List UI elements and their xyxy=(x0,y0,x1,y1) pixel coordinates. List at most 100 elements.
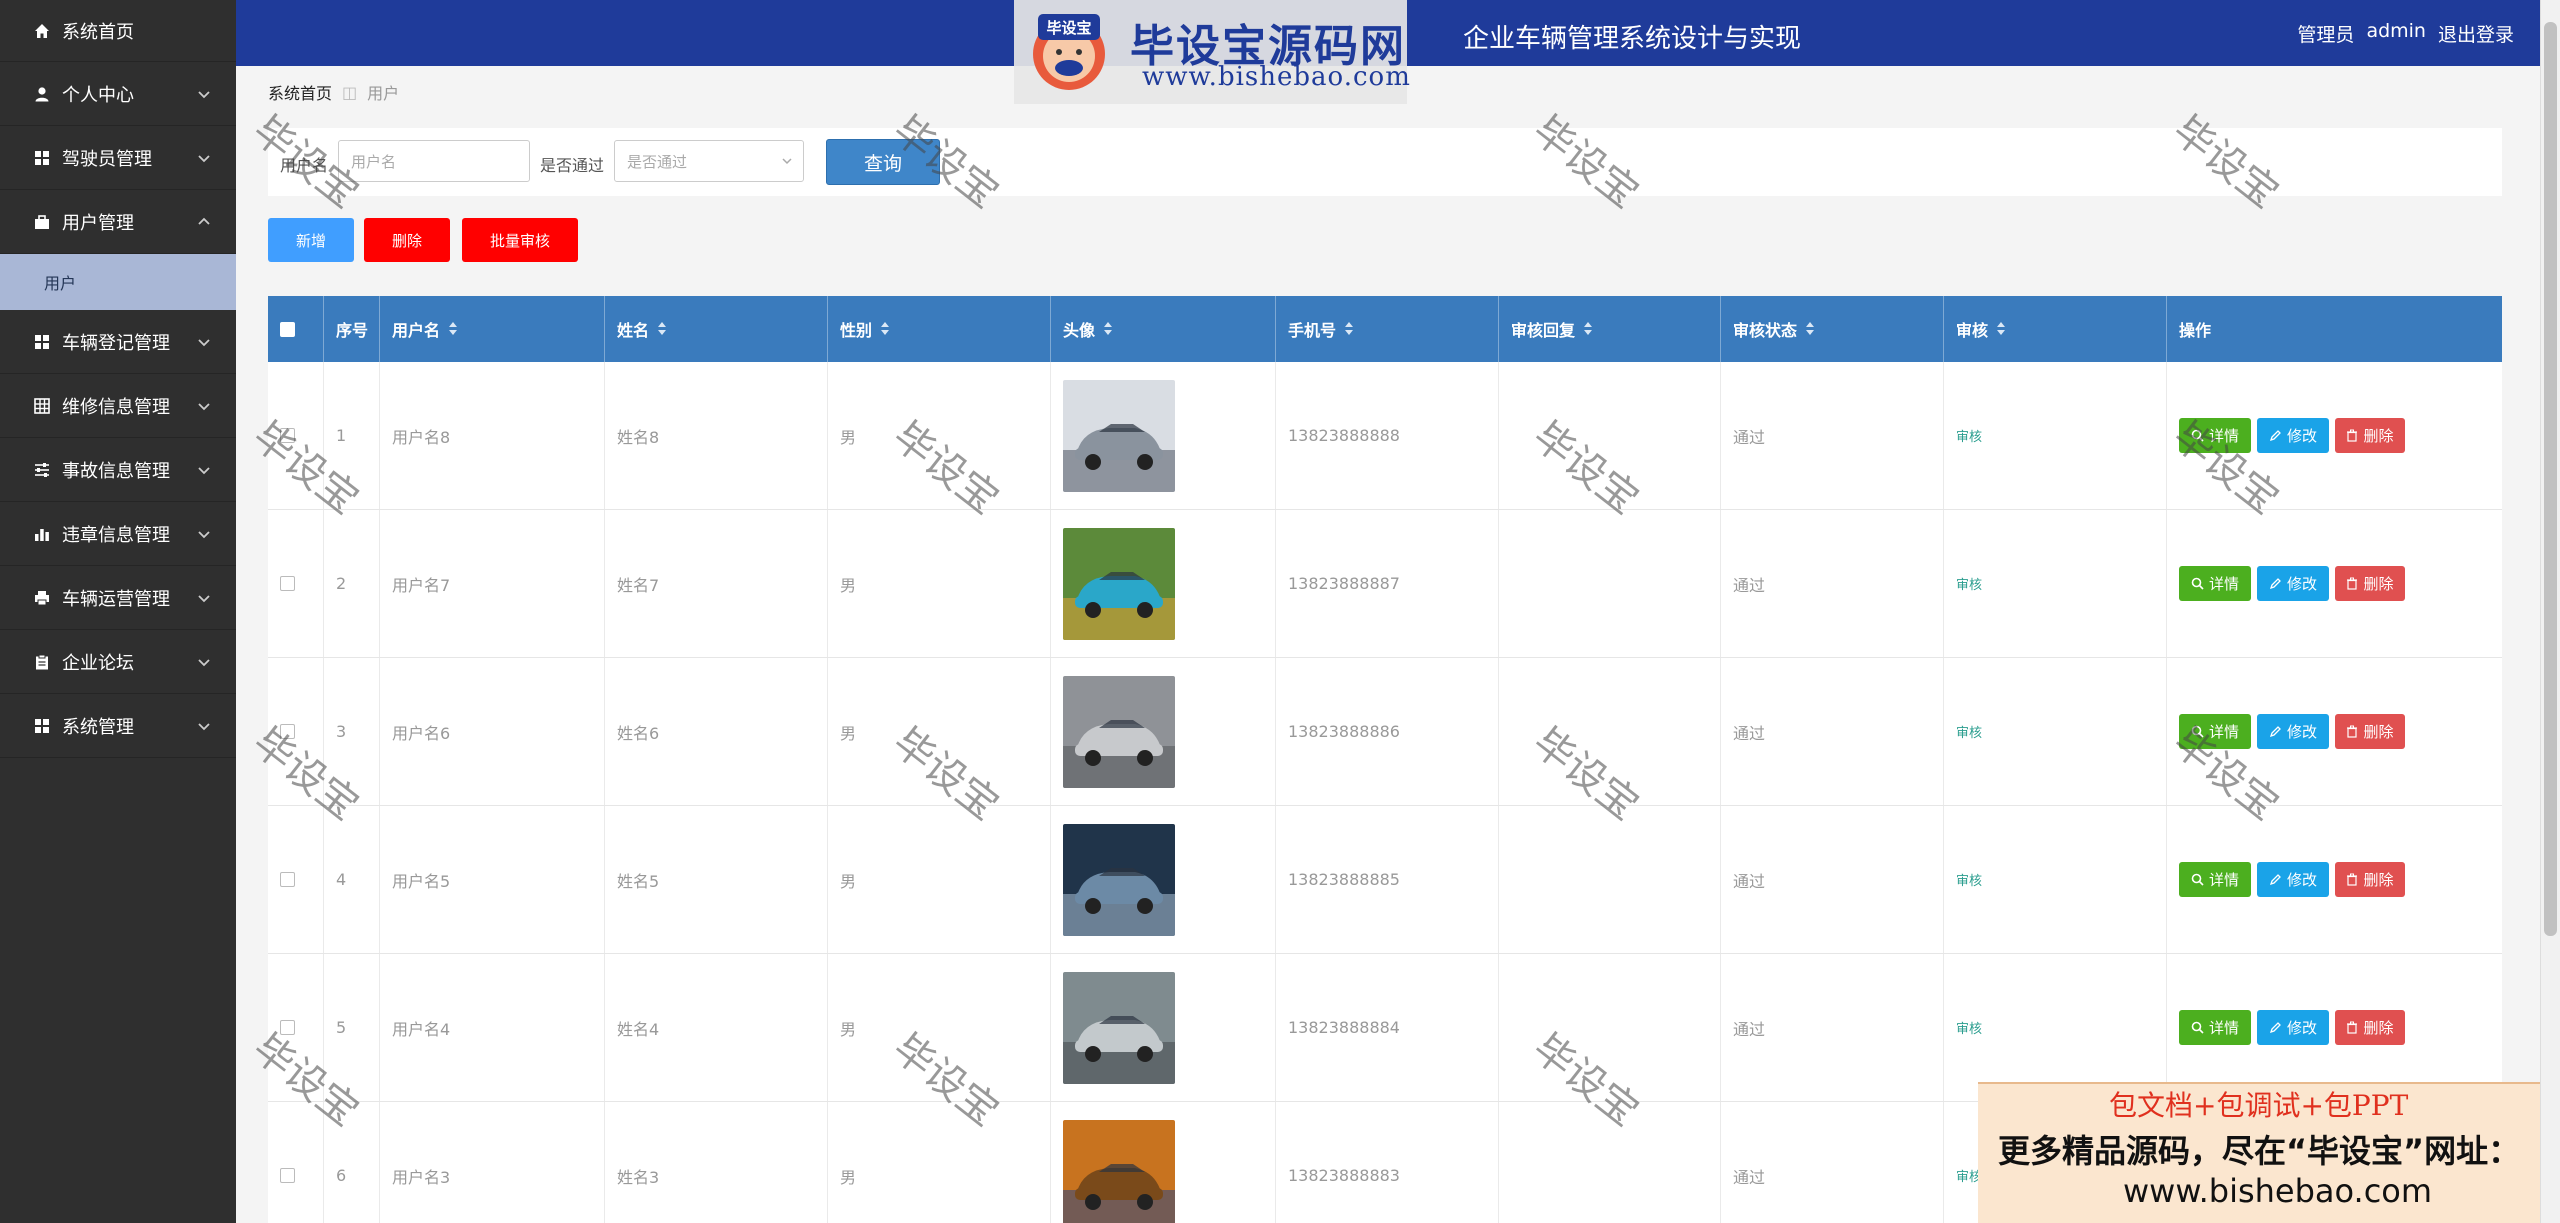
search-icon xyxy=(2191,725,2204,738)
chevron-down-icon xyxy=(198,659,210,667)
sidebar-subitem-user[interactable]: 用户 xyxy=(0,254,236,310)
col-username[interactable]: 用户名 xyxy=(380,296,605,362)
cell-no: 5 xyxy=(324,954,380,1101)
edit-button[interactable]: 修改 xyxy=(2257,862,2329,897)
cell-phone: 13823888883 xyxy=(1276,1102,1499,1223)
trash-icon xyxy=(2347,1021,2358,1034)
chevron-down-icon xyxy=(198,155,210,163)
row-delete-button[interactable]: 删除 xyxy=(2335,1010,2405,1045)
row-select-cell xyxy=(268,806,324,953)
logout-link[interactable]: 退出登录 xyxy=(2438,20,2514,47)
col-avatar[interactable]: 头像 xyxy=(1051,296,1276,362)
cell-review-link[interactable]: 审核 xyxy=(1944,658,2167,805)
avatar-car-image[interactable] xyxy=(1063,675,1175,788)
cell-gender: 男 xyxy=(828,658,1051,805)
cell-review-link[interactable]: 审核 xyxy=(1944,806,2167,953)
promo-banner[interactable]: 包文档+包调试+包PPT 更多精品源码，尽在“毕设宝”网址： www.bishe… xyxy=(1978,1082,2560,1223)
row-checkbox[interactable] xyxy=(280,428,295,443)
sidebar-item-maintenance[interactable]: 维修信息管理 xyxy=(0,374,236,438)
cell-username: 用户名4 xyxy=(380,954,605,1101)
trash-icon xyxy=(2347,873,2358,886)
sidebar-item-label: 用户管理 xyxy=(62,212,134,234)
sidebar-item-accidents[interactable]: 事故信息管理 xyxy=(0,438,236,502)
cell-status: 通过 xyxy=(1721,510,1944,657)
sidebar-item-drivers[interactable]: 驾驶员管理 xyxy=(0,126,236,190)
row-checkbox[interactable] xyxy=(280,576,295,591)
row-delete-button[interactable]: 删除 xyxy=(2335,566,2405,601)
row-checkbox[interactable] xyxy=(280,1020,295,1035)
search-panel: 用户名 用户名 是否通过 是否通过 查询 xyxy=(268,128,2502,196)
cell-name: 姓名8 xyxy=(605,362,828,509)
pass-label: 是否通过 xyxy=(540,156,605,175)
col-gender[interactable]: 性别 xyxy=(828,296,1051,362)
sidebar-item-label: 维修信息管理 xyxy=(62,396,170,418)
row-delete-button[interactable]: 删除 xyxy=(2335,714,2405,749)
col-name-label: 姓名 xyxy=(617,321,650,340)
pass-placeholder: 是否通过 xyxy=(627,152,688,171)
home-icon xyxy=(34,23,50,39)
cell-no: 3 xyxy=(324,658,380,805)
breadcrumb-home[interactable]: 系统首页 xyxy=(268,80,332,104)
detail-button[interactable]: 详情 xyxy=(2179,418,2251,453)
pencil-icon xyxy=(2269,874,2281,886)
delete-button[interactable]: 删除 xyxy=(364,218,450,262)
col-gender-label: 性别 xyxy=(840,321,873,340)
row-delete-button[interactable]: 删除 xyxy=(2335,862,2405,897)
avatar-car-image[interactable] xyxy=(1063,527,1175,640)
col-phone[interactable]: 手机号 xyxy=(1276,296,1499,362)
col-status-label: 审核状态 xyxy=(1733,321,1798,340)
col-name[interactable]: 姓名 xyxy=(605,296,828,362)
scrollbar-thumb[interactable] xyxy=(2544,22,2557,936)
edit-button[interactable]: 修改 xyxy=(2257,566,2329,601)
pass-select[interactable]: 是否通过 xyxy=(614,140,804,182)
edit-button[interactable]: 修改 xyxy=(2257,1010,2329,1045)
row-checkbox[interactable] xyxy=(280,872,295,887)
detail-button[interactable]: 详情 xyxy=(2179,1010,2251,1045)
avatar-car-image[interactable] xyxy=(1063,1119,1175,1223)
cell-actions: 详情 修改 删除 xyxy=(2167,954,2502,1101)
cell-reply xyxy=(1499,954,1721,1101)
sidebar-item-profile[interactable]: 个人中心 xyxy=(0,62,236,126)
batch-review-button[interactable]: 批量审核 xyxy=(462,218,578,262)
cell-review-link[interactable]: 审核 xyxy=(1944,954,2167,1101)
clipboard-icon xyxy=(34,654,50,670)
col-reply-label: 审核回复 xyxy=(1511,321,1576,340)
cell-reply xyxy=(1499,806,1721,953)
cell-reply xyxy=(1499,658,1721,805)
detail-button[interactable]: 详情 xyxy=(2179,714,2251,749)
breadcrumb-separator-icon: ◫ xyxy=(342,82,358,102)
col-review[interactable]: 审核 xyxy=(1944,296,2167,362)
row-delete-button[interactable]: 删除 xyxy=(2335,418,2405,453)
sidebar-item-violations[interactable]: 违章信息管理 xyxy=(0,502,236,566)
sidebar-item-system[interactable]: 系统管理 xyxy=(0,694,236,758)
avatar-car-image[interactable] xyxy=(1063,971,1175,1084)
row-checkbox[interactable] xyxy=(280,1168,295,1183)
col-reply[interactable]: 审核回复 xyxy=(1499,296,1721,362)
detail-button[interactable]: 详情 xyxy=(2179,566,2251,601)
cell-no: 2 xyxy=(324,510,380,657)
add-button[interactable]: 新增 xyxy=(268,218,354,262)
cell-phone: 13823888886 xyxy=(1276,658,1499,805)
avatar-car-image[interactable] xyxy=(1063,823,1175,936)
cell-gender: 男 xyxy=(828,806,1051,953)
cell-review-link[interactable]: 审核 xyxy=(1944,510,2167,657)
select-all-checkbox[interactable] xyxy=(280,321,295,337)
promo-line-2: 更多精品源码，尽在“毕设宝”网址： xyxy=(1998,1132,2521,1170)
cell-avatar xyxy=(1051,806,1276,953)
sidebar-item-home[interactable]: 系统首页 xyxy=(0,0,236,62)
col-status[interactable]: 审核状态 xyxy=(1721,296,1944,362)
sidebar-item-vehicle-registration[interactable]: 车辆登记管理 xyxy=(0,310,236,374)
grid-icon xyxy=(34,718,50,734)
detail-button[interactable]: 详情 xyxy=(2179,862,2251,897)
sidebar-item-operations[interactable]: 车辆运营管理 xyxy=(0,566,236,630)
edit-button[interactable]: 修改 xyxy=(2257,714,2329,749)
row-checkbox[interactable] xyxy=(280,724,295,739)
sidebar-item-users[interactable]: 用户管理 xyxy=(0,190,236,254)
cell-review-link[interactable]: 审核 xyxy=(1944,362,2167,509)
sidebar-item-forum[interactable]: 企业论坛 xyxy=(0,630,236,694)
username-input[interactable]: 用户名 xyxy=(338,140,530,182)
chevron-down-icon xyxy=(198,91,210,99)
query-button[interactable]: 查询 xyxy=(826,139,940,185)
avatar-car-image[interactable] xyxy=(1063,379,1175,492)
edit-button[interactable]: 修改 xyxy=(2257,418,2329,453)
